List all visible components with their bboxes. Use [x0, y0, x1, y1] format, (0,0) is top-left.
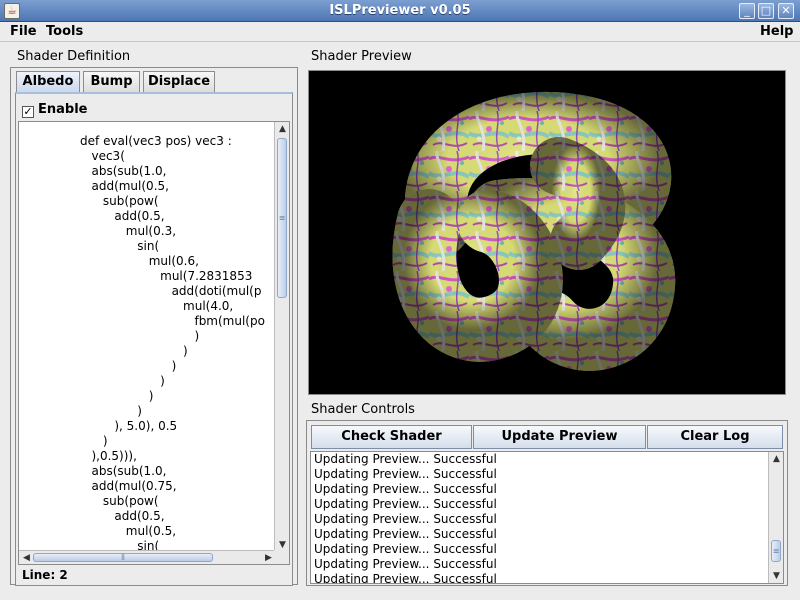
- code-line: add(doti(mul(p: [19, 284, 262, 298]
- code-text[interactable]: def eval(vec3 pos) vec3 : vec3( abs(sub(…: [19, 122, 276, 552]
- code-line: mul(0.6,: [19, 254, 199, 268]
- close-button[interactable]: ✕: [778, 3, 794, 19]
- editor-horizontal-thumb[interactable]: ⦀: [33, 553, 213, 562]
- code-line: add(0.5,: [19, 209, 165, 223]
- shader-controls-panel: Check Shader Update Preview Clear Log Up…: [306, 420, 788, 586]
- code-line: ): [19, 359, 177, 373]
- line-status: Line: 2: [22, 568, 68, 582]
- grip-icon: ≡: [278, 213, 286, 223]
- log-vertical-scrollbar[interactable]: ▲ ≡ ▼: [768, 452, 783, 583]
- maximize-button[interactable]: □: [758, 3, 774, 19]
- code-line: mul(4.0,: [19, 299, 234, 313]
- menu-help[interactable]: Help: [760, 24, 793, 39]
- scroll-up-arrow-icon[interactable]: ▲: [275, 122, 289, 136]
- clear-log-button[interactable]: Clear Log: [647, 425, 783, 449]
- log-line: Updating Preview... Successful: [314, 542, 497, 556]
- tab-content: ✓ Enable def eval(vec3 pos) vec3 : vec3( …: [15, 92, 293, 586]
- shader-controls-label: Shader Controls: [311, 402, 415, 417]
- editor-vertical-scrollbar[interactable]: ▲ ≡ ▼: [274, 122, 289, 552]
- log-line: Updating Preview... Successful: [314, 482, 497, 496]
- code-line: abs(sub(1.0,: [19, 164, 167, 178]
- code-line: ): [19, 389, 154, 403]
- log-vertical-thumb[interactable]: ≡: [771, 540, 781, 562]
- code-line: ),0.5))),: [19, 449, 137, 463]
- enable-label: Enable: [38, 102, 88, 117]
- shader-definition-label: Shader Definition: [17, 49, 131, 64]
- scroll-down-arrow-icon[interactable]: ▼: [769, 569, 783, 583]
- code-line: add(mul(0.75,: [19, 479, 177, 493]
- log-line: Updating Preview... Successful: [314, 467, 497, 481]
- grip-icon: ≡: [772, 546, 780, 556]
- enable-row[interactable]: ✓ Enable: [22, 102, 88, 118]
- tab-albedo[interactable]: Albedo: [16, 71, 80, 94]
- menu-tools[interactable]: Tools: [46, 24, 83, 39]
- grip-icon: ⦀: [121, 552, 125, 562]
- title-bar: ☕ ISLPreviewer v0.05 _ □ ✕: [0, 0, 800, 22]
- code-line: sub(pow(: [19, 194, 159, 208]
- log-line: Updating Preview... Successful: [314, 527, 497, 541]
- code-line: ): [19, 434, 108, 448]
- shader-preview-label: Shader Preview: [311, 49, 412, 64]
- code-line: mul(0.3,: [19, 224, 177, 238]
- log-line: Updating Preview... Successful: [314, 572, 497, 583]
- code-line: sin(: [19, 239, 160, 253]
- menu-file[interactable]: File: [10, 24, 37, 39]
- window-title: ISLPreviewer v0.05: [329, 3, 471, 18]
- log-line: Updating Preview... Successful: [314, 452, 497, 466]
- log-line: Updating Preview... Successful: [314, 512, 497, 526]
- code-line: ): [19, 329, 200, 343]
- code-line: abs(sub(1.0,: [19, 464, 167, 478]
- code-line: add(0.5,: [19, 509, 165, 523]
- scroll-corner: [274, 550, 289, 564]
- code-line: ): [19, 344, 188, 358]
- code-line: mul(0.5,: [19, 524, 177, 538]
- knot-front-loop: [392, 189, 563, 362]
- enable-checkbox[interactable]: ✓: [22, 106, 34, 118]
- code-line: ): [19, 374, 165, 388]
- log-line: Updating Preview... Successful: [314, 497, 497, 511]
- code-editor[interactable]: def eval(vec3 pos) vec3 : vec3( abs(sub(…: [18, 121, 290, 565]
- tab-displace[interactable]: Displace: [143, 71, 215, 93]
- scroll-up-arrow-icon[interactable]: ▲: [769, 452, 783, 466]
- editor-horizontal-scrollbar[interactable]: ◀ ⦀ ▶: [19, 550, 276, 564]
- log-lines: Updating Preview... Successful Updating P…: [314, 452, 769, 583]
- code-line: sub(pow(: [19, 494, 159, 508]
- code-line: ), 5.0), 0.5: [19, 419, 178, 433]
- editor-vertical-thumb[interactable]: ≡: [277, 138, 287, 298]
- scroll-left-arrow-icon[interactable]: ◀: [19, 551, 34, 564]
- code-line: add(mul(0.5,: [19, 179, 169, 193]
- log-line: Updating Preview... Successful: [314, 557, 497, 571]
- trefoil-knot-render: [392, 91, 676, 371]
- code-line: def eval(vec3 pos) vec3 :: [19, 134, 232, 148]
- update-preview-button[interactable]: Update Preview: [473, 425, 646, 449]
- log-output[interactable]: Updating Preview... Successful Updating P…: [310, 451, 784, 584]
- menu-bar: File Tools Help: [0, 22, 800, 42]
- tab-bump[interactable]: Bump: [83, 71, 140, 93]
- shader-definition-panel: Albedo Bump Displace ✓ Enable def eval(ve…: [10, 67, 298, 586]
- code-line: mul(7.2831853: [19, 269, 253, 283]
- code-line: vec3(: [19, 149, 125, 163]
- shader-preview-canvas[interactable]: [308, 70, 786, 395]
- code-line: ): [19, 404, 142, 418]
- check-shader-button[interactable]: Check Shader: [311, 425, 472, 449]
- code-line: fbm(mul(po: [19, 314, 265, 328]
- minimize-button[interactable]: _: [739, 3, 755, 19]
